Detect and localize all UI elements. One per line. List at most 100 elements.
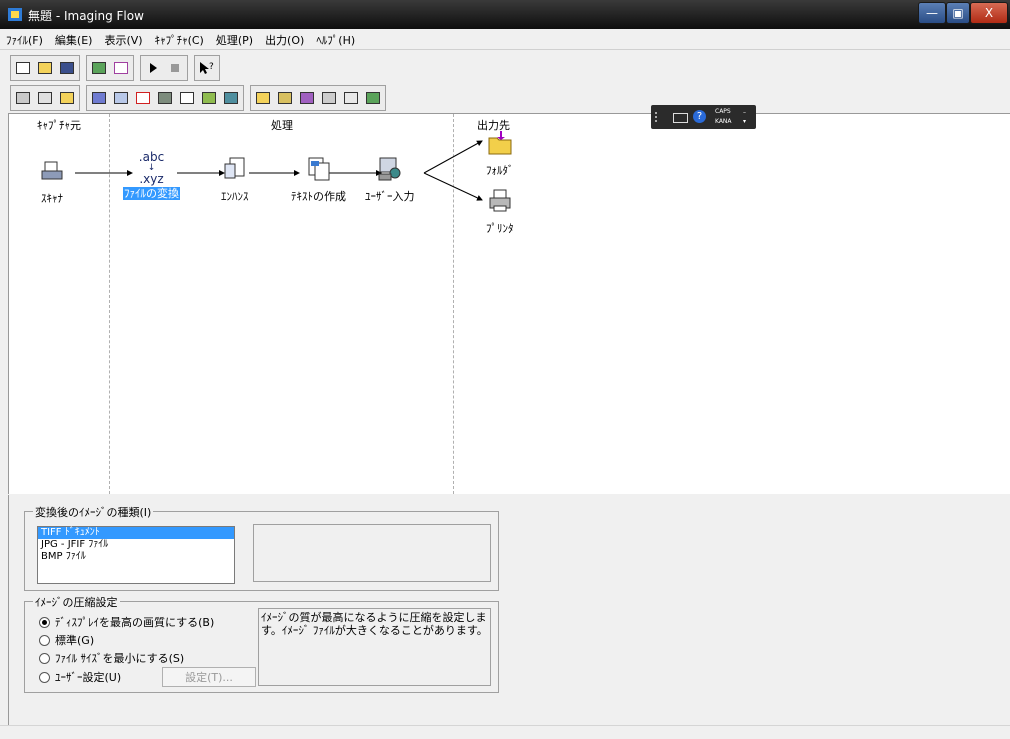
output-folder-icon[interactable]	[253, 88, 273, 108]
radio-icon	[39, 652, 50, 664]
list-item[interactable]: BMP ﾌｧｲﾙ	[38, 551, 234, 563]
caps-indicator: CAPS	[715, 108, 731, 115]
new-icon[interactable]	[13, 58, 33, 78]
menu-bar: ﾌｧｲﾙ(F) 編集(E) 表示(V) ｷｬﾌﾟﾁｬ(C) 処理(P) 出力(O…	[0, 29, 1010, 50]
menu-output[interactable]: 出力(O)	[259, 29, 310, 49]
folder-source-icon[interactable]	[57, 88, 77, 108]
minimize-button[interactable]: —	[918, 2, 946, 24]
radio-user-setting[interactable]: ﾕｰｻﾞｰ設定(U)	[39, 669, 121, 685]
flow-icon[interactable]	[89, 58, 109, 78]
folder-icon	[488, 131, 512, 155]
properties-panel: 変換後のｲﾒｰｼﾞの種類(I) TIFF ﾄﾞｷｭﾒﾝﾄ JPG - JFIF …	[8, 495, 1010, 725]
maximize-button[interactable]: ▣	[946, 2, 970, 24]
camera-source-icon[interactable]	[35, 88, 55, 108]
list-item[interactable]: TIFF ﾄﾞｷｭﾒﾝﾄ	[38, 527, 234, 539]
node-folder-label: ﾌｫﾙﾀﾞ	[486, 164, 514, 177]
compression-group: ｲﾒｰｼﾞの圧縮設定 ﾃﾞｨｽﾌﾟﾚｲを最高の画質にする(B) 標準(G) ﾌｧ…	[24, 594, 499, 693]
image-type-list[interactable]: TIFF ﾄﾞｷｭﾒﾝﾄ JPG - JFIF ﾌｧｲﾙ BMP ﾌｧｲﾙ	[37, 526, 235, 584]
node-enhance-label: ｴﾝﾊﾝｽ	[221, 190, 249, 203]
convert-icon[interactable]	[89, 88, 109, 108]
drag-handle-icon[interactable]	[655, 112, 665, 122]
compression-label: ｲﾒｰｼﾞの圧縮設定	[33, 594, 120, 610]
compression-description: ｲﾒｰｼﾞの質が最高になるように圧縮を設定します。ｲﾒｰｼﾞ ﾌｧｲﾙが大きくな…	[258, 608, 491, 686]
ime-language-bar[interactable]: ? CAPS KANA – ▾	[651, 105, 756, 129]
node-folder[interactable]: ﾌｫﾙﾀﾞ	[486, 130, 514, 178]
toolbar-group-file	[10, 55, 80, 81]
menu-process[interactable]: 処理(P)	[210, 29, 259, 49]
node-file-convert[interactable]: .abc ↓ .xyz ﾌｧｲﾙの変換	[123, 150, 180, 201]
node-user-input[interactable]: ﾕｰｻﾞｰ入力	[365, 156, 415, 204]
output-mail-icon[interactable]	[275, 88, 295, 108]
radio-best-quality[interactable]: ﾃﾞｨｽﾌﾟﾚｲを最高の画質にする(B)	[39, 614, 214, 630]
close-button[interactable]: X	[970, 2, 1008, 24]
enhance-icon	[224, 157, 245, 179]
toolbar-group-help: ?	[194, 55, 220, 81]
settings-button[interactable]: 設定(T)...	[162, 667, 256, 687]
variable-icon[interactable]	[111, 58, 131, 78]
scanner-icon	[41, 161, 63, 180]
output-fax-icon[interactable]	[341, 88, 361, 108]
run-icon[interactable]	[143, 58, 163, 78]
langbar-menu-icon[interactable]: ▾	[743, 118, 746, 125]
open-icon[interactable]	[35, 58, 55, 78]
app-icon	[8, 8, 22, 21]
help-pointer-icon[interactable]: ?	[197, 58, 217, 78]
enhance-icon[interactable]	[111, 88, 131, 108]
text-document-icon	[308, 157, 329, 181]
toolbar-group-processing	[86, 85, 244, 111]
toolbar-nodes	[10, 85, 392, 111]
title-bar: 無題 - Imaging Flow — ▣ X	[0, 0, 1010, 29]
image-type-label: 変換後のｲﾒｰｼﾞの種類(I)	[33, 504, 154, 520]
radio-standard[interactable]: 標準(G)	[39, 632, 94, 648]
menu-capture[interactable]: ｷｬﾌﾟﾁｬ(C)	[149, 29, 210, 49]
radio-selected-icon	[39, 616, 50, 628]
flow-canvas[interactable]: ｷｬﾌﾟﾁｬ元 処理 出力先 ｽｷｬﾅ .abc ↓ .xyz ﾌｧｲﾙの変換 …	[8, 113, 1010, 494]
svg-text:?: ?	[209, 62, 214, 72]
toolbar-group-tools	[86, 55, 134, 81]
scanner-source-icon[interactable]	[13, 88, 33, 108]
minimize-langbar-icon[interactable]: –	[743, 109, 746, 116]
menu-edit[interactable]: 編集(E)	[49, 29, 99, 49]
menu-view[interactable]: 表示(V)	[98, 29, 148, 49]
printer-icon	[489, 189, 511, 212]
convert-icon: .abc ↓ .xyz	[138, 150, 165, 186]
help-icon[interactable]: ?	[693, 110, 706, 123]
radio-min-size[interactable]: ﾌｧｲﾙ ｻｲｽﾞを最小にする(S)	[39, 650, 184, 666]
node-scanner[interactable]: ｽｷｬﾅ	[39, 158, 65, 206]
menu-file[interactable]: ﾌｧｲﾙ(F)	[0, 29, 49, 49]
text-icon[interactable]	[177, 88, 197, 108]
image-type-description	[253, 524, 491, 582]
node-user-input-label: ﾕｰｻﾞｰ入力	[365, 190, 415, 203]
radio-icon	[39, 671, 50, 683]
node-enhance[interactable]: ｴﾝﾊﾝｽ	[221, 156, 249, 204]
kana-indicator: KANA	[715, 118, 732, 125]
ocr-icon[interactable]	[155, 88, 175, 108]
node-printer[interactable]: ﾌﾟﾘﾝﾀ	[486, 188, 514, 236]
user-input-icon[interactable]	[221, 88, 241, 108]
node-text-create[interactable]: ﾃｷｽﾄの作成	[291, 156, 346, 204]
node-scanner-label: ｽｷｬﾅ	[41, 192, 63, 205]
image-type-group: 変換後のｲﾒｰｼﾞの種類(I) TIFF ﾄﾞｷｭﾒﾝﾄ JPG - JFIF …	[24, 504, 499, 591]
user-input-icon	[378, 157, 401, 181]
toolbar-main: ?	[10, 55, 226, 81]
menu-help[interactable]: ﾍﾙﾌﾟ(H)	[310, 29, 361, 49]
toolbar-group-run	[140, 55, 188, 81]
radio-icon	[39, 634, 50, 646]
window-title: 無題 - Imaging Flow	[28, 9, 144, 23]
list-item[interactable]: JPG - JFIF ﾌｧｲﾙ	[38, 539, 234, 551]
status-bar	[0, 725, 1010, 739]
node-text-create-label: ﾃｷｽﾄの作成	[291, 190, 346, 203]
flow-connectors	[75, 140, 483, 201]
save-icon[interactable]	[57, 58, 77, 78]
stop-icon[interactable]	[165, 58, 185, 78]
node-printer-label: ﾌﾟﾘﾝﾀ	[486, 222, 514, 235]
output-printer-icon[interactable]	[319, 88, 339, 108]
output-app-icon[interactable]	[297, 88, 317, 108]
delete-icon[interactable]	[133, 88, 153, 108]
output-document-icon[interactable]	[363, 88, 383, 108]
node-file-convert-label: ﾌｧｲﾙの変換	[123, 187, 180, 200]
keyboard-icon[interactable]	[673, 113, 688, 123]
toolbar-group-capture	[10, 85, 80, 111]
settings-icon[interactable]	[199, 88, 219, 108]
toolbar-group-output	[250, 85, 386, 111]
